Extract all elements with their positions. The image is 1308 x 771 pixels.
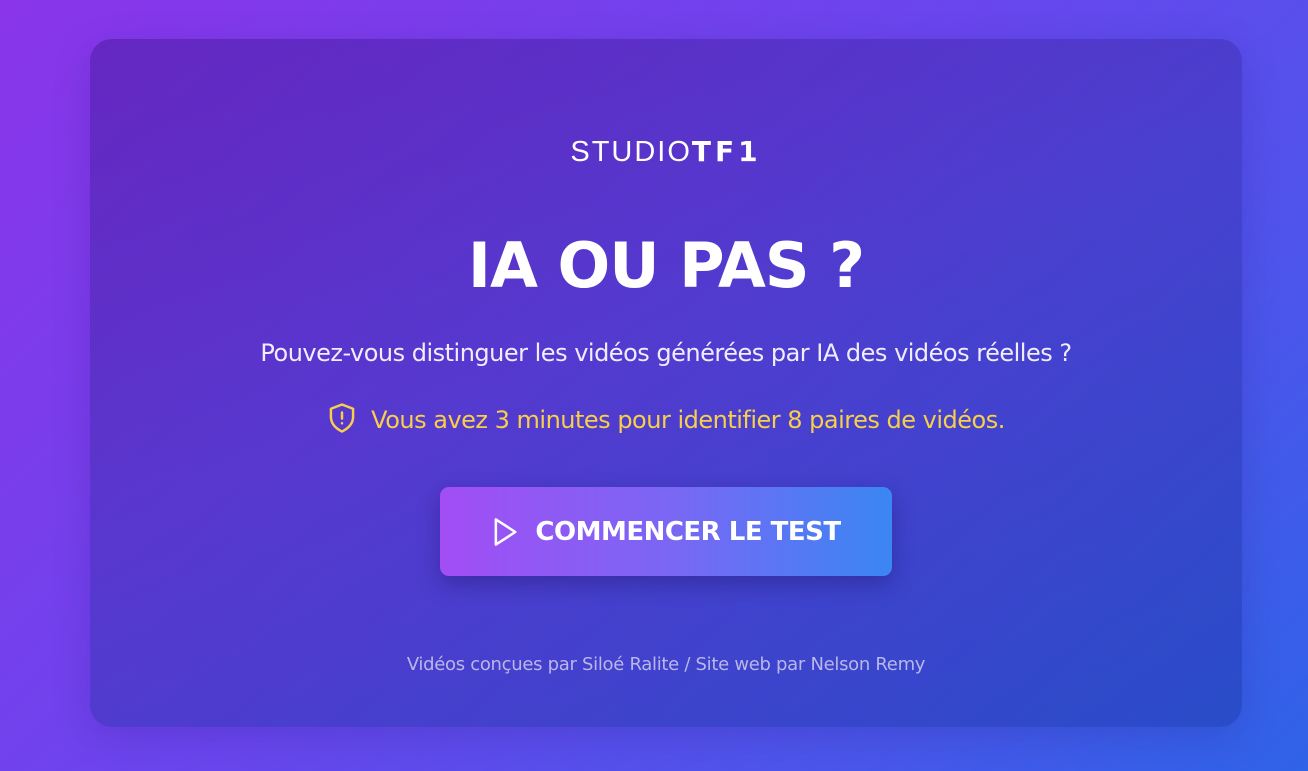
studio-tf1-logo: STUDIOTF1 [90, 135, 1242, 168]
logo-studio-text: STUDIO [570, 136, 692, 168]
start-test-button[interactable]: COMMENCER LE TEST [440, 487, 892, 576]
time-notice: Vous avez 3 minutes pour identifier 8 pa… [90, 402, 1242, 437]
page-title: IA OU PAS ? [467, 229, 865, 302]
logo-tf1-text: TF1 [691, 135, 762, 168]
intro-card: STUDIOTF1 IA OU PAS ? Pouvez-vous distin… [90, 39, 1242, 727]
play-icon [494, 517, 517, 546]
start-test-label: COMMENCER LE TEST [535, 516, 841, 547]
time-notice-text: Vous avez 3 minutes pour identifier 8 pa… [371, 406, 1005, 434]
credits-text: Vidéos conçues par Siloé Ralite / Site w… [406, 654, 926, 675]
page-subtitle: Pouvez-vous distinguer les vidéos généré… [260, 339, 1072, 367]
shield-alert-icon [329, 403, 355, 433]
